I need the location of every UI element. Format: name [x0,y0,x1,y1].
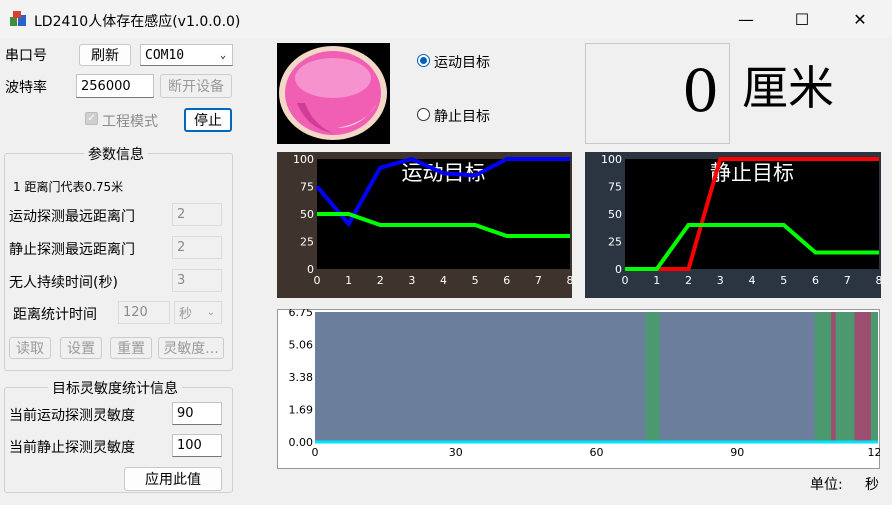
static-chart-ytick-label: 25 [608,236,622,249]
timeline-xtick-label: 120 [868,446,881,459]
motion-chart-ytick-label: 50 [300,208,314,221]
sensitivity-group-title: 目标灵敏度统计信息 [48,378,182,398]
static-chart-ytick-label: 100 [601,153,622,166]
motion-chart-ytick-label: 25 [300,236,314,249]
gate-note: 1 距离门代表0.75米 [13,180,124,194]
static-max-gate-label: 静止探测最远距离门 [9,242,135,258]
static-chart-xtick-label: 7 [844,274,851,287]
timeline-xtick-label: 90 [730,446,744,459]
motion-max-gate-label: 运动探测最远距离门 [9,209,135,225]
static-chart-xtick-label: 1 [653,274,660,287]
engineering-label: 工程模式 [102,114,158,130]
no-person-duration-field[interactable]: 3 [172,269,222,292]
static-chart-xtick-label: 0 [622,274,629,287]
apply-value-button[interactable]: 应用此值 [124,467,222,491]
motion-chart-xtick-label: 1 [345,274,352,287]
stat-unit-value: 秒 [179,307,193,322]
timeline-xtick-label: 60 [590,446,604,459]
motion-chart-xtick-label: 3 [408,274,415,287]
static-chart-ytick-label: 75 [608,181,622,194]
port-value: COM10 [145,47,185,63]
unit-label: 单位: [810,477,843,493]
motion-chart-xtick-label: 8 [567,274,573,287]
motion-chart-xtick-label: 4 [440,274,447,287]
static-chart-xtick-label: 3 [717,274,724,287]
timeline-plot-area [315,312,878,442]
read-button[interactable]: 读取 [9,337,51,359]
static-chart-xtick-label: 6 [812,274,819,287]
close-button[interactable]: ✕ [832,0,888,38]
port-select[interactable]: COM10 ⌄ [140,44,233,66]
motion-chart-xtick-label: 0 [314,274,321,287]
chevron-down-icon: ⌄ [219,49,226,61]
motion-sensitivity-label: 当前运动探测灵敏度 [9,408,135,424]
timeline-band-motion [835,312,855,442]
unit-value: 秒 [865,477,879,493]
title-bar: LD2410人体存在感应(v1.0.0.0) — ☐ ✕ [0,0,892,38]
static-target-label: 静止目标 [434,109,490,125]
static-sensitivity-field[interactable]: 100 [172,434,222,457]
stat-time-label: 距离统计时间 [13,307,97,323]
engineering-checkbox[interactable]: ✓ [85,112,98,125]
stat-time-field[interactable]: 120 [118,301,170,324]
static-chart-title: 静止目标 [710,161,794,185]
baud-input[interactable]: 256000 [76,74,154,98]
static-chart-xtick-label: 4 [749,274,756,287]
static-sensitivity-label: 当前静止探测灵敏度 [9,440,135,456]
app-icon [10,11,26,26]
params-group-title: 参数信息 [84,144,148,164]
static-chart-xtick-label: 5 [780,274,787,287]
timeline-ytick-label: 6.75 [289,309,314,319]
motion-max-gate-field[interactable]: 2 [172,203,222,226]
stop-button[interactable]: 停止 [184,108,232,132]
window-title: LD2410人体存在感应(v1.0.0.0) [34,14,241,30]
distance-value: 0 [682,57,719,125]
motion-target-label: 运动目标 [434,55,490,71]
timeline-ytick-label: 1.69 [289,403,314,416]
timeline-ytick-label: 3.38 [289,371,314,384]
motion-chart-ytick-label: 100 [293,153,314,166]
motion-chart-xtick-label: 6 [503,274,510,287]
target-indicator-icon [279,46,387,140]
static-max-gate-field[interactable]: 2 [172,236,222,259]
refresh-button[interactable]: 刷新 [79,44,131,66]
timeline-band-static [831,312,836,442]
motion-chart-xtick-label: 5 [472,274,479,287]
static-chart-xtick-label: 8 [876,274,882,287]
motion-energy-chart: 运动目标02550751000 1 2 3 4 5 6 7 8 [277,152,572,298]
timeline-band-motion [814,312,832,442]
motion-sensitivity-field[interactable]: 90 [172,402,222,425]
disconnect-button[interactable]: 断开设备 [160,74,232,98]
timeline-xtick-label: 0 [312,446,319,459]
port-label: 串口号 [5,48,47,64]
minimize-button[interactable]: — [718,0,774,38]
timeline-band-static [854,312,871,442]
timeline-band-motion [870,312,878,442]
presence-indicator [277,43,390,144]
timeline-band-motion [645,312,660,442]
stat-unit-select[interactable]: 秒 ⌄ [174,301,222,324]
motion-target-radio[interactable] [417,54,430,67]
chevron-down-icon: ⌄ [206,307,215,318]
motion-chart-xtick-label: 2 [377,274,384,287]
timeline-xtick-label: 30 [449,446,463,459]
distance-unit: 厘米 [742,61,834,115]
static-chart-ytick-label: 50 [608,208,622,221]
motion-chart-ytick-label: 75 [300,181,314,194]
timeline-ytick-label: 5.06 [289,339,314,352]
maximize-button[interactable]: ☐ [774,0,830,38]
timeline-ytick-label: 0.00 [289,436,314,449]
reset-button[interactable]: 重置 [110,337,152,359]
baud-label: 波特率 [5,80,47,96]
static-energy-chart: 静止目标02550751000 1 2 3 4 5 6 7 8 [585,152,881,298]
sensitivity-button[interactable]: 灵敏度... [158,337,224,359]
no-person-duration-label: 无人持续时间(秒) [9,275,118,291]
set-button[interactable]: 设置 [60,337,102,359]
static-target-radio[interactable] [417,108,430,121]
static-chart-xtick-label: 2 [685,274,692,287]
motion-chart-xtick-label: 7 [535,274,542,287]
presence-timeline-chart: 0.00 1.69 3.38 5.06 6.75 0 30 60 90 120 [277,309,880,469]
